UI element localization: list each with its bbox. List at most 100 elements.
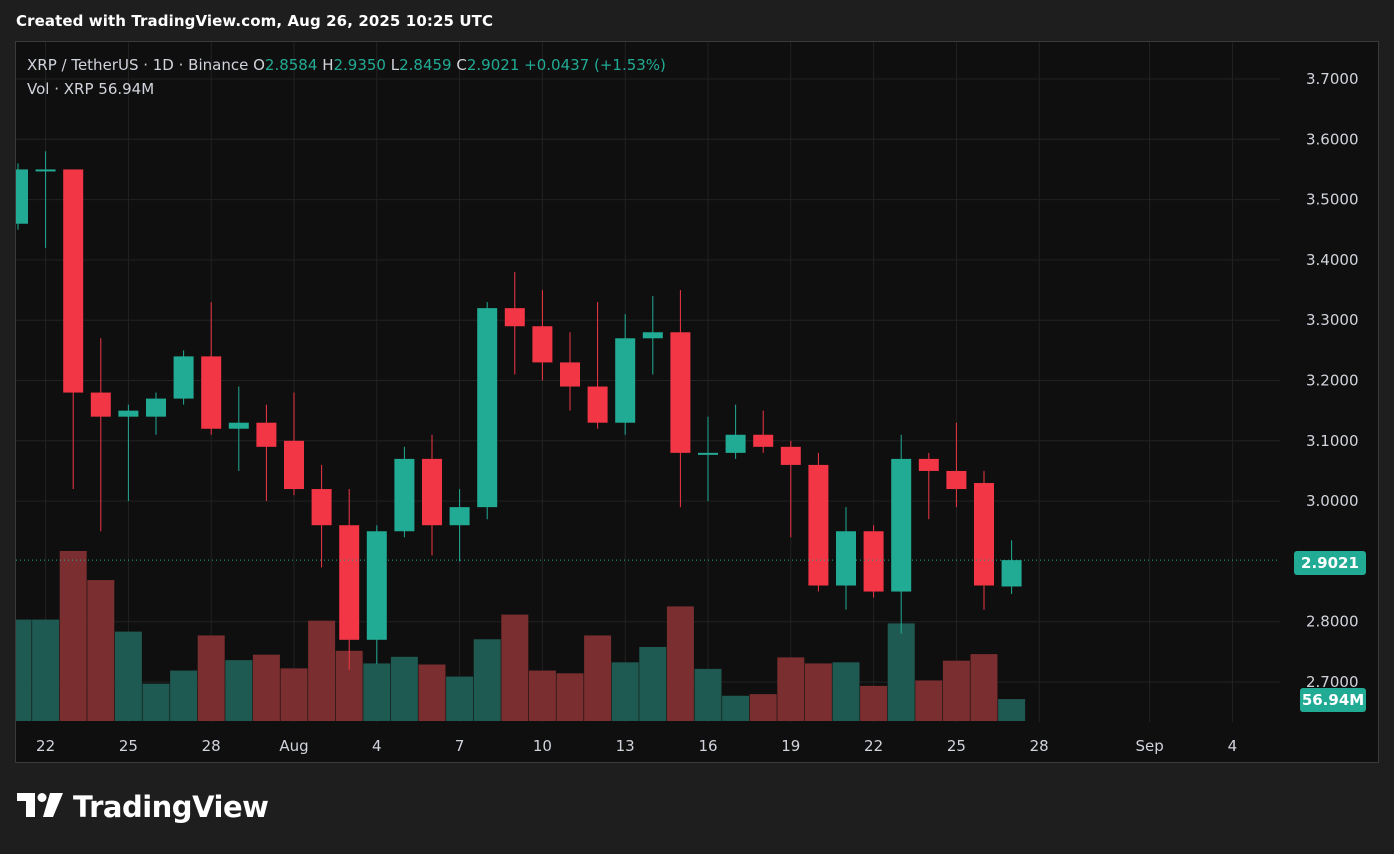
volume-bar (860, 685, 888, 721)
time-axis-label: 28 (202, 737, 221, 755)
close-label: C (456, 56, 467, 74)
candle-body (532, 326, 553, 363)
volume-bar (998, 699, 1026, 721)
candle-body (90, 392, 111, 417)
volume-value: 56.94M (98, 80, 155, 98)
candle (615, 314, 636, 435)
candle-body (670, 332, 691, 453)
volume-bar (59, 551, 87, 721)
time-axis-label: 4 (1228, 737, 1238, 755)
candle-body (891, 458, 912, 592)
volume-bar (16, 619, 32, 721)
candle (449, 489, 470, 562)
candle-body (615, 338, 636, 423)
price-axis-label: 3.1000 (1306, 432, 1359, 450)
candle-body (974, 483, 994, 586)
candle-body (201, 356, 222, 429)
candle (808, 452, 829, 592)
volume-bar (611, 662, 639, 721)
candle-body (228, 422, 249, 429)
open-value: 2.8584 (264, 56, 318, 74)
candle (698, 416, 718, 502)
candle-body (863, 531, 884, 592)
candle-body (836, 531, 856, 586)
candle-body (422, 458, 442, 526)
candle-body (118, 410, 139, 417)
candle (366, 525, 387, 664)
candle-body (16, 169, 28, 224)
price-axis-label: 3.6000 (1306, 130, 1359, 148)
price-axis-label: 3.3000 (1306, 311, 1359, 329)
low-value: 2.8459 (399, 56, 452, 74)
volume-bar (915, 680, 943, 721)
candle (256, 404, 277, 502)
high-label: H (322, 56, 334, 74)
last-volume-tag: 56.94M (1300, 688, 1366, 712)
volume-bar (170, 670, 198, 721)
candle (725, 404, 746, 459)
candle (284, 392, 304, 496)
volume-bar (501, 614, 529, 721)
candle (891, 434, 912, 634)
candle-body (946, 470, 967, 490)
time-axis: 22 25 28 Aug 4 7 10 13 16 19 22 25 28 Sep 4 (36, 737, 1237, 755)
volume-bar (197, 635, 225, 721)
candle (228, 386, 249, 471)
volume-bar (142, 683, 170, 721)
brand[interactable]: TradingView (17, 790, 269, 824)
time-axis-label: 4 (372, 737, 382, 755)
time-axis-label: 19 (781, 737, 800, 755)
price-axis-label: 3.4000 (1306, 251, 1359, 269)
volume-bar (694, 668, 722, 721)
candle-body (808, 464, 829, 586)
candle-body (753, 434, 774, 447)
candle (918, 452, 939, 520)
candle-body (173, 356, 194, 399)
volume-bar (528, 670, 556, 721)
time-axis-label: 10 (533, 737, 552, 755)
last-price-tag: 2.9021 (1294, 551, 1366, 575)
volume-bar (749, 694, 777, 721)
time-axis-label: 25 (947, 737, 966, 755)
candle (1001, 540, 1022, 595)
price-axis-label: 3.7000 (1306, 70, 1359, 88)
volume-legend: Vol · XRP 56.94M (27, 78, 154, 100)
candle (780, 440, 801, 538)
time-axis-label: 22 (864, 737, 883, 755)
volume-bar (777, 657, 805, 721)
time-axis-label: Aug (279, 737, 308, 755)
volume-bar (639, 646, 667, 721)
candle (16, 163, 28, 230)
candle (946, 422, 967, 508)
candle-body (449, 507, 470, 526)
candle (146, 392, 166, 435)
candle (504, 271, 525, 375)
candle (477, 302, 498, 520)
brand-name: TradingView (73, 790, 269, 824)
volume-bar (418, 664, 446, 721)
chart-panel[interactable]: 3.7000 3.6000 3.5000 3.4000 3.3000 3.2000 3.10… (15, 41, 1379, 763)
volume-bar (363, 663, 391, 721)
volume-bar (252, 654, 280, 721)
candle (670, 290, 691, 508)
candle (836, 507, 856, 610)
candle-body (780, 446, 801, 465)
candle-body (63, 169, 84, 393)
candle (311, 464, 332, 568)
candle-body (35, 169, 56, 172)
price-axis-label: 3.2000 (1306, 372, 1359, 390)
candle (863, 525, 884, 598)
volume-bar (970, 654, 998, 721)
low-label: L (390, 56, 400, 74)
candle-body (339, 525, 360, 640)
candle (532, 290, 553, 381)
candle-body (642, 332, 663, 339)
volume-bar (280, 668, 308, 721)
chart-caption: Created with TradingView.com, Aug 26, 20… (16, 12, 494, 30)
tradingview-logo-icon (17, 793, 63, 821)
volume-bar (446, 676, 474, 721)
candlestick-chart[interactable]: 3.7000 3.6000 3.5000 3.4000 3.3000 3.2000 3.10… (16, 42, 1378, 762)
candle-body (698, 452, 718, 455)
symbol-label: XRP / TetherUS · 1D · Binance (27, 56, 249, 74)
candle (90, 338, 111, 532)
